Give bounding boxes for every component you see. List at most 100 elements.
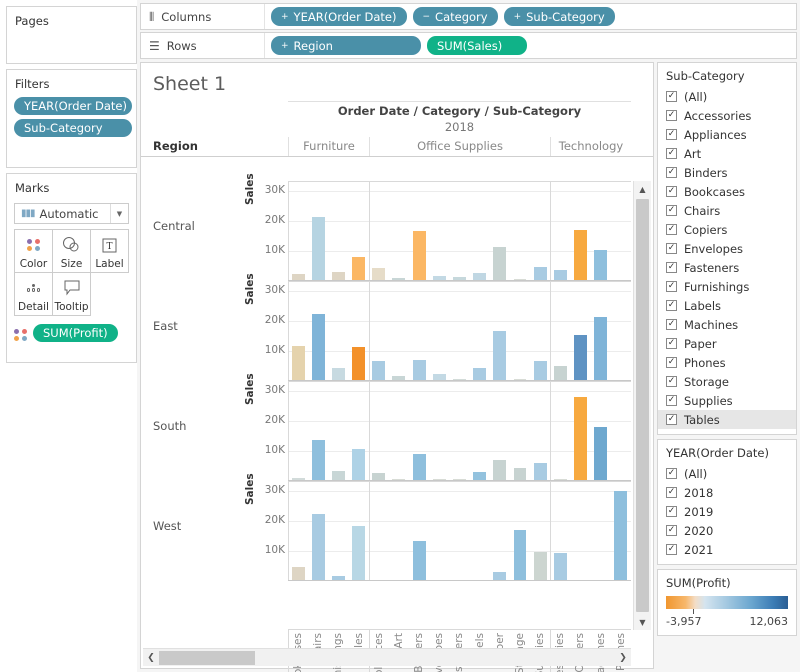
bar-supplies[interactable]: [534, 463, 547, 480]
bar-paper[interactable]: [493, 460, 506, 480]
bar-tables[interactable]: [352, 449, 365, 480]
region-row-header[interactable]: Central: [153, 219, 195, 233]
checkbox-checked-icon[interactable]: ✓: [666, 319, 677, 330]
bar-binders[interactable]: [413, 541, 426, 580]
bar-phones[interactable]: [614, 491, 627, 580]
bar-tables[interactable]: [352, 347, 365, 380]
marks-tooltip-button[interactable]: Tooltip: [52, 272, 91, 316]
bar-paper[interactable]: [493, 572, 506, 580]
rows-pill-region[interactable]: + Region: [271, 36, 421, 55]
checkbox-checked-icon[interactable]: ✓: [666, 262, 677, 273]
bar-storage[interactable]: [514, 530, 527, 580]
year-filter-item-2020[interactable]: ✓2020: [658, 521, 796, 540]
subcategory-filter-item-art[interactable]: ✓Art: [658, 144, 796, 163]
category-header-technology[interactable]: Technology: [550, 137, 631, 156]
bar-binders[interactable]: [413, 454, 426, 480]
column-header-year[interactable]: 2018: [288, 120, 631, 136]
checkbox-checked-icon[interactable]: ✓: [666, 487, 677, 498]
bar-furnishings[interactable]: [332, 272, 345, 280]
checkbox-checked-icon[interactable]: ✓: [666, 167, 677, 178]
subcategory-filter-item-tables[interactable]: ✓Tables: [658, 410, 796, 429]
checkbox-checked-icon[interactable]: ✓: [666, 506, 677, 517]
subcategory-filter-item-supplies[interactable]: ✓Supplies: [658, 391, 796, 410]
bar-supplies[interactable]: [534, 552, 547, 580]
checkbox-checked-icon[interactable]: ✓: [666, 186, 677, 197]
checkbox-checked-icon[interactable]: ✓: [666, 205, 677, 216]
horizontal-scroll-thumb[interactable]: [159, 651, 255, 665]
vertical-scroll-thumb[interactable]: [636, 199, 649, 612]
chevron-down-icon[interactable]: ▼: [110, 204, 128, 223]
bar-appliances[interactable]: [372, 473, 385, 480]
subcategory-filter-item-envelopes[interactable]: ✓Envelopes: [658, 239, 796, 258]
subcategory-filter-item-bookcases[interactable]: ✓Bookcases: [658, 182, 796, 201]
bar-accessories[interactable]: [554, 553, 567, 580]
expand-plus-icon[interactable]: +: [514, 12, 522, 22]
checkbox-checked-icon[interactable]: ✓: [666, 110, 677, 121]
subcategory-filter-item-copiers[interactable]: ✓Copiers: [658, 220, 796, 239]
bar-appliances[interactable]: [372, 268, 385, 280]
scroll-right-icon[interactable]: ❯: [615, 653, 631, 663]
marks-detail-button[interactable]: Detail: [14, 272, 53, 316]
subcategory-filter-item-furnishings[interactable]: ✓Furnishings: [658, 277, 796, 296]
checkbox-checked-icon[interactable]: ✓: [666, 281, 677, 292]
bar-copiers[interactable]: [574, 397, 587, 480]
bar-copiers[interactable]: [574, 335, 587, 380]
scroll-left-icon[interactable]: ❮: [143, 653, 159, 663]
checkbox-checked-icon[interactable]: ✓: [666, 544, 677, 555]
mark-type-dropdown[interactable]: ▮▮▮ Automatic ▼: [14, 203, 129, 224]
subcategory-filter-item-appliances[interactable]: ✓Appliances: [658, 125, 796, 144]
columns-pill-sub-category[interactable]: + Sub-Category: [504, 7, 615, 26]
subcategory-filter-item-all[interactable]: ✓(All): [658, 87, 796, 106]
columns-pill-year-order-date[interactable]: + YEAR(Order Date): [271, 7, 407, 26]
columns-pill-category[interactable]: − Category: [413, 7, 498, 26]
subcategory-filter-item-binders[interactable]: ✓Binders: [658, 163, 796, 182]
bar-storage[interactable]: [514, 468, 527, 480]
collapse-minus-icon[interactable]: −: [423, 12, 431, 22]
subcategory-filter-item-paper[interactable]: ✓Paper: [658, 334, 796, 353]
year-filter-item-2019[interactable]: ✓2019: [658, 502, 796, 521]
bar-paper[interactable]: [493, 331, 506, 381]
bar-furnishings[interactable]: [332, 368, 345, 380]
bar-accessories[interactable]: [554, 366, 567, 380]
year-filter-item-2021[interactable]: ✓2021: [658, 540, 796, 559]
expand-plus-icon[interactable]: +: [281, 12, 289, 22]
bar-bookcases[interactable]: [292, 567, 305, 580]
checkbox-checked-icon[interactable]: ✓: [666, 224, 677, 235]
bar-chairs[interactable]: [312, 514, 325, 580]
checkbox-checked-icon[interactable]: ✓: [666, 243, 677, 254]
bar-binders[interactable]: [413, 231, 426, 280]
rows-shelf[interactable]: ☰ Rows + Region SUM(Sales): [140, 32, 797, 59]
profit-gradient-wrap[interactable]: -3,957 12,063: [658, 594, 796, 635]
region-row-header[interactable]: West: [153, 519, 181, 533]
bar-labels[interactable]: [473, 273, 486, 280]
marks-size-button[interactable]: Size: [52, 229, 91, 273]
bar-machines[interactable]: [594, 427, 607, 480]
horizontal-scrollbar[interactable]: ❮ ❯: [143, 648, 631, 666]
subcategory-filter-item-machines[interactable]: ✓Machines: [658, 315, 796, 334]
bar-binders[interactable]: [413, 360, 426, 380]
region-row-header[interactable]: South: [153, 419, 186, 433]
bar-accessories[interactable]: [554, 270, 567, 281]
marks-pill-sum-profit[interactable]: SUM(Profit): [33, 324, 118, 342]
checkbox-checked-icon[interactable]: ✓: [666, 525, 677, 536]
category-header-office-supplies[interactable]: Office Supplies: [369, 137, 550, 156]
columns-shelf[interactable]: ⦀ Columns + YEAR(Order Date) − Category …: [140, 3, 797, 30]
rows-pill-sum-sales[interactable]: SUM(Sales): [427, 36, 527, 55]
subcategory-filter-item-phones[interactable]: ✓Phones: [658, 353, 796, 372]
checkbox-checked-icon[interactable]: ✓: [666, 91, 677, 102]
bar-tables[interactable]: [352, 257, 365, 280]
region-row-header[interactable]: East: [153, 319, 178, 333]
filter-pill-year-order-date[interactable]: YEAR(Order Date): [14, 97, 132, 115]
category-header-furniture[interactable]: Furniture: [288, 137, 369, 156]
checkbox-checked-icon[interactable]: ✓: [666, 468, 677, 479]
bar-bookcases[interactable]: [292, 346, 305, 380]
bar-machines[interactable]: [594, 317, 607, 380]
marks-color-button[interactable]: Color: [14, 229, 53, 273]
bar-supplies[interactable]: [534, 267, 547, 280]
bar-supplies[interactable]: [534, 361, 547, 380]
bar-chairs[interactable]: [312, 314, 325, 380]
scroll-down-icon[interactable]: ▼: [634, 614, 651, 630]
subcategory-filter-item-accessories[interactable]: ✓Accessories: [658, 106, 796, 125]
checkbox-checked-icon[interactable]: ✓: [666, 395, 677, 406]
bar-labels[interactable]: [473, 368, 486, 380]
